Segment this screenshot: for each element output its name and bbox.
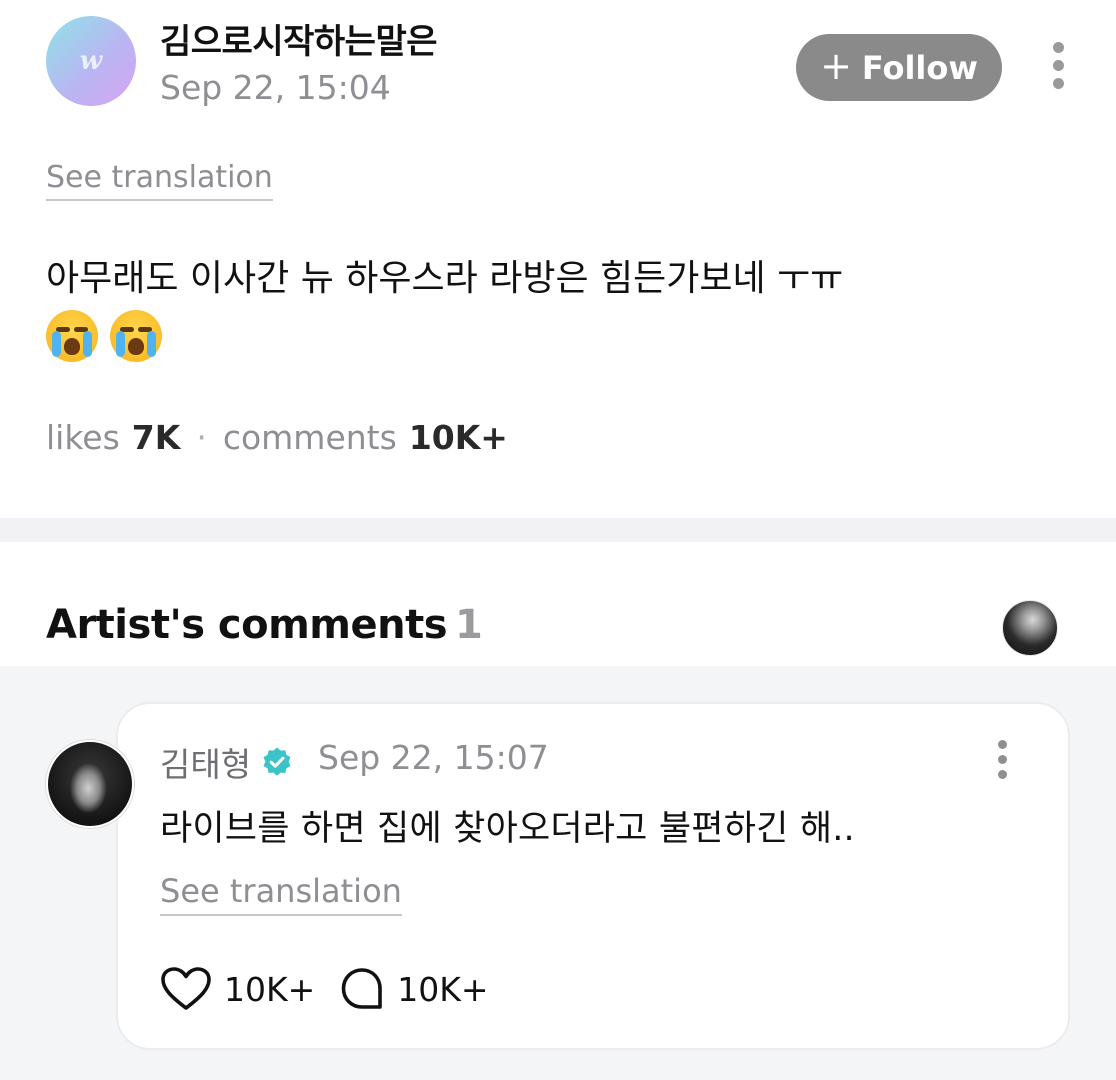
comment-text: 라이브를 하면 집에 찾아오더라고 불편하긴 해.. xyxy=(160,809,855,849)
post-detail-page: w 김으로시작하는말은 Sep 22, 15:04 + Follow See t… xyxy=(0,0,1116,1080)
follow-button[interactable]: + Follow xyxy=(796,34,1002,101)
comment-more-options-icon[interactable] xyxy=(992,740,1012,779)
artist-avatar-thumbnail[interactable] xyxy=(1002,600,1058,656)
like-count: 10K+ xyxy=(224,969,316,1009)
comments-label: comments xyxy=(222,418,397,457)
follow-label: Follow xyxy=(861,48,978,87)
weverse-logo-icon: w xyxy=(79,46,103,76)
artist-comments-count: 1 xyxy=(455,602,483,648)
comment-see-translation-link[interactable]: See translation xyxy=(160,872,402,916)
section-divider xyxy=(0,518,1116,542)
post-date: Sep 22, 15:04 xyxy=(160,68,391,107)
plus-icon: + xyxy=(820,44,852,88)
heart-icon xyxy=(161,967,211,1010)
comment-author[interactable]: 김태형 xyxy=(160,738,293,786)
post-author-name[interactable]: 김으로시작하는말은 xyxy=(160,14,438,63)
loudly-crying-face-icon xyxy=(46,310,98,362)
post-more-options-icon[interactable] xyxy=(1048,42,1068,89)
artist-comments-label: Artist's comments xyxy=(46,602,448,648)
post-emoji-row xyxy=(46,310,162,362)
loudly-crying-face-icon xyxy=(110,310,162,362)
comment-actions: 10K+ 10K+ xyxy=(160,966,513,1012)
post-author-avatar[interactable]: w xyxy=(46,16,136,106)
reply-count: 10K+ xyxy=(397,969,489,1009)
post-see-translation-link[interactable]: See translation xyxy=(46,160,273,201)
verified-badge-icon xyxy=(263,747,291,776)
reply-button[interactable]: 10K+ xyxy=(339,966,489,1012)
like-button[interactable]: 10K+ xyxy=(160,966,315,1012)
post-body-text: 아무래도 이사간 뉴 하우스라 라방은 힘든가보네 ㅜㅠ xyxy=(46,258,844,299)
likes-count[interactable]: 7K xyxy=(132,418,181,457)
comments-count[interactable]: 10K+ xyxy=(409,418,508,457)
artist-comments-title: Artist's comments 1 xyxy=(46,602,483,648)
stats-separator: · xyxy=(196,418,207,457)
likes-label: likes xyxy=(46,418,120,457)
post-stats: likes 7K · comments 10K+ xyxy=(46,418,508,457)
comment-date: Sep 22, 15:07 xyxy=(318,738,549,777)
comment-bubble-icon xyxy=(341,968,383,1009)
comment-author-avatar[interactable] xyxy=(46,740,134,828)
comment-author-name[interactable]: 김태형 xyxy=(160,738,251,786)
